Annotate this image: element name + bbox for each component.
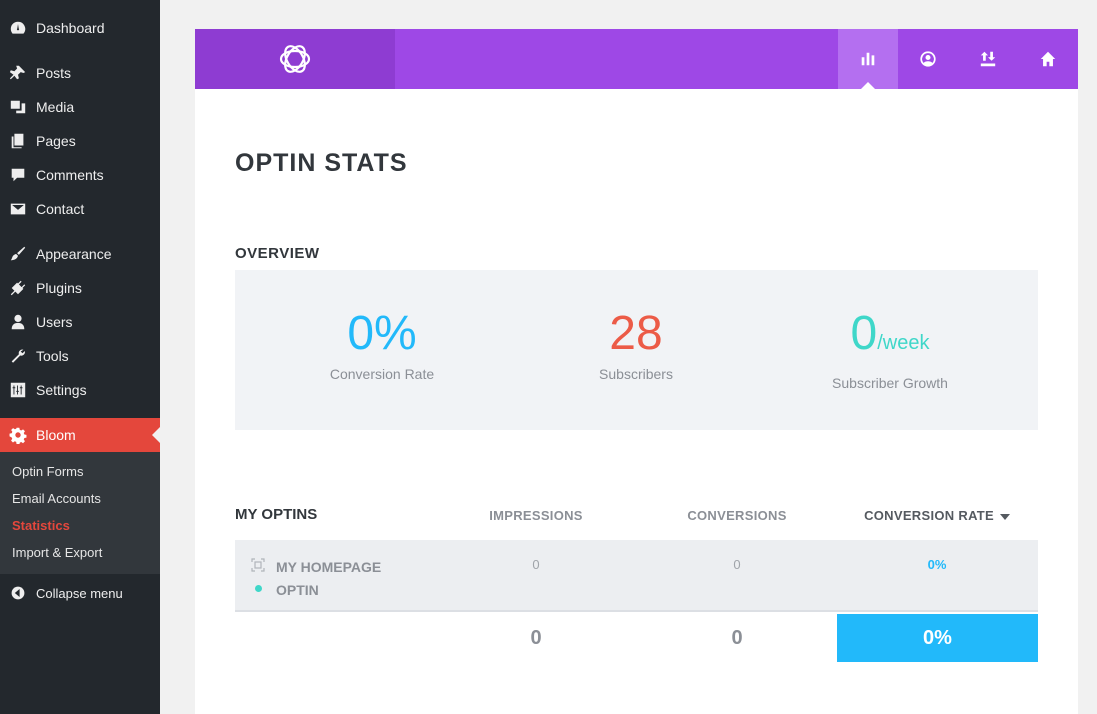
bloom-submenu: Optin Forms Email Accounts Statistics Im… <box>0 452 160 574</box>
stats-icon <box>861 52 875 66</box>
envelope-icon <box>0 200 36 218</box>
sidebar-item-plugins[interactable]: Plugins <box>0 271 160 305</box>
brush-icon <box>0 245 36 263</box>
sidebar-item-media[interactable]: Media <box>0 90 160 124</box>
sidebar-item-comments[interactable]: Comments <box>0 158 160 192</box>
submenu-email-accounts[interactable]: Email Accounts <box>12 491 101 506</box>
media-icon <box>0 98 36 116</box>
subscribers-stat: 28 Subscribers <box>506 306 766 382</box>
gear-icon <box>0 426 36 444</box>
sidebar-item-label: Dashboard <box>36 20 105 36</box>
submenu-statistics[interactable]: Statistics <box>12 518 70 533</box>
subscriber-growth-stat: 0/week Subscriber Growth <box>760 306 1020 391</box>
conversion-rate-stat: 0% Conversion Rate <box>252 306 512 382</box>
import-export-tab-button[interactable] <box>958 29 1018 89</box>
bloom-logo-icon <box>279 45 311 73</box>
sidebar-item-posts[interactable]: Posts <box>0 56 160 90</box>
sort-desc-icon <box>999 513 1010 520</box>
sidebar-item-label: Appearance <box>36 246 112 262</box>
collapse-menu-button[interactable]: Collapse menu <box>0 580 160 606</box>
row-conversions: 0 <box>733 557 741 572</box>
sidebar-item-pages[interactable]: Pages <box>0 124 160 158</box>
comment-icon <box>0 166 36 184</box>
account-tab-button[interactable] <box>898 29 958 89</box>
optin-type-icon <box>251 558 265 572</box>
submenu-optin-forms[interactable]: Optin Forms <box>12 464 84 479</box>
wrench-icon <box>0 347 36 365</box>
dashboard-icon <box>0 19 36 37</box>
pin-icon <box>0 64 36 82</box>
table-row[interactable]: MY HOMEPAGE OPTIN 0 0 0% <box>235 540 1038 612</box>
my-optins-heading: MY OPTINS <box>235 506 318 523</box>
conversion-rate-value: 0% <box>347 307 417 360</box>
sidebar-item-contact[interactable]: Contact <box>0 192 160 226</box>
conversions-column-header[interactable]: CONVERSIONS <box>637 508 837 523</box>
overview-heading: OVERVIEW <box>235 245 320 262</box>
subscriber-growth-label: Subscriber Growth <box>832 375 948 391</box>
bloom-panel: OPTIN STATS OVERVIEW 0% Conversion Rate … <box>195 29 1078 714</box>
row-conversion-rate: 0% <box>927 557 947 572</box>
admin-sidebar: Dashboard Posts Media Pages Comments Con… <box>0 0 160 714</box>
home-tab-button[interactable] <box>1018 29 1078 89</box>
overview-panel: 0% Conversion Rate 28 Subscribers 0/week… <box>235 270 1038 430</box>
total-conversions: 0 <box>731 626 743 649</box>
sidebar-item-users[interactable]: Users <box>0 305 160 339</box>
home-icon <box>1040 51 1056 67</box>
collapse-menu-label: Collapse menu <box>36 585 123 601</box>
subscriber-growth-value: 0 <box>850 307 878 360</box>
sidebar-item-tools[interactable]: Tools <box>0 339 160 373</box>
impressions-column-header[interactable]: IMPRESSIONS <box>436 508 636 523</box>
sliders-icon <box>0 381 36 399</box>
sidebar-item-settings[interactable]: Settings <box>0 373 160 407</box>
sidebar-item-label: Pages <box>36 133 76 149</box>
sidebar-item-label: Tools <box>36 348 69 364</box>
optin-name-line1: MY HOMEPAGE <box>276 559 382 575</box>
optin-name-line2: OPTIN <box>276 582 319 598</box>
conversion-rate-header-label: CONVERSION RATE <box>864 508 994 523</box>
total-impressions: 0 <box>530 626 542 649</box>
sidebar-item-label: Comments <box>36 167 104 183</box>
user-icon <box>0 313 36 331</box>
row-impressions: 0 <box>532 557 540 572</box>
conversion-rate-column-header[interactable]: CONVERSION RATE <box>837 508 1037 523</box>
page-title: OPTIN STATS <box>235 149 408 177</box>
sidebar-item-appearance[interactable]: Appearance <box>0 237 160 271</box>
sidebar-item-label: Users <box>36 314 73 330</box>
status-dot <box>255 585 262 592</box>
conversion-rate-label: Conversion Rate <box>329 366 435 382</box>
sidebar-item-label: Bloom <box>36 427 76 443</box>
sidebar-item-label: Settings <box>36 382 87 398</box>
user-circle-icon <box>920 51 936 67</box>
collapse-arrow-icon <box>0 585 36 601</box>
sidebar-item-label: Plugins <box>36 280 82 296</box>
import-export-icon <box>980 51 996 67</box>
sidebar-item-bloom[interactable]: Bloom <box>0 418 160 452</box>
bloom-logo[interactable] <box>195 29 395 89</box>
sidebar-item-label: Media <box>36 99 75 115</box>
plug-icon <box>0 279 36 297</box>
totals-row: 0 0 0% <box>235 614 1038 662</box>
subscribers-label: Subscribers <box>599 366 673 382</box>
subscriber-growth-unit: /week <box>877 332 930 354</box>
sidebar-item-dashboard[interactable]: Dashboard <box>0 11 160 45</box>
optin-name[interactable]: MY HOMEPAGE OPTIN <box>276 556 381 602</box>
sidebar-item-label: Contact <box>36 201 85 217</box>
submenu-import-export[interactable]: Import & Export <box>12 545 102 560</box>
pages-icon <box>0 132 36 150</box>
bloom-topbar <box>195 29 1078 90</box>
total-conversion-rate: 0% <box>837 614 1038 662</box>
sidebar-item-label: Posts <box>36 65 72 81</box>
subscriber-growth-display: 0/week <box>760 306 1020 371</box>
subscribers-value: 28 <box>609 307 663 360</box>
stats-tab-button[interactable] <box>838 29 898 90</box>
